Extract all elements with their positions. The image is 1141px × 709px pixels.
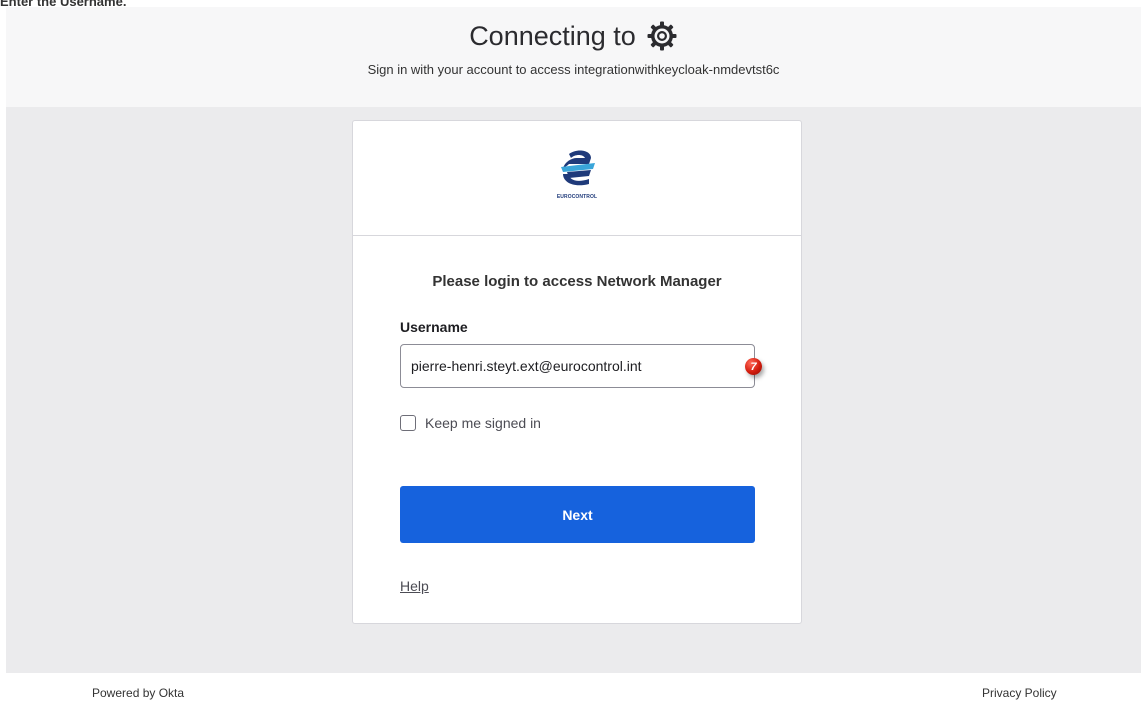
keep-signed-in-label[interactable]: Keep me signed in bbox=[425, 415, 541, 431]
username-label: Username bbox=[400, 319, 468, 335]
username-input[interactable] bbox=[400, 344, 755, 388]
header-title-row: Connecting to bbox=[6, 20, 1141, 52]
privacy-policy-link[interactable]: Privacy Policy bbox=[982, 686, 1057, 700]
keep-signed-in-checkbox[interactable] bbox=[400, 415, 416, 431]
header-title: Connecting to bbox=[469, 20, 636, 51]
gear-icon bbox=[646, 20, 678, 52]
next-button[interactable]: Next bbox=[400, 486, 755, 543]
login-card: EUROCONTROL Please login to access Netwo… bbox=[352, 120, 802, 624]
eurocontrol-logo: EUROCONTROL bbox=[547, 148, 607, 208]
connecting-header: Connecting to Sign in with your account … bbox=[6, 7, 1141, 107]
keep-signed-in-row[interactable]: Keep me signed in bbox=[400, 415, 541, 431]
card-logo-area: EUROCONTROL bbox=[353, 121, 801, 236]
logo-text: EUROCONTROL bbox=[556, 194, 598, 200]
powered-by-okta: Powered by Okta bbox=[92, 686, 185, 700]
help-link[interactable]: Help bbox=[400, 578, 429, 594]
form-heading: Please login to access Network Manager bbox=[432, 273, 722, 290]
header-subtitle: Sign in with your account to access inte… bbox=[367, 62, 780, 77]
step-marker: 7 bbox=[745, 358, 762, 375]
